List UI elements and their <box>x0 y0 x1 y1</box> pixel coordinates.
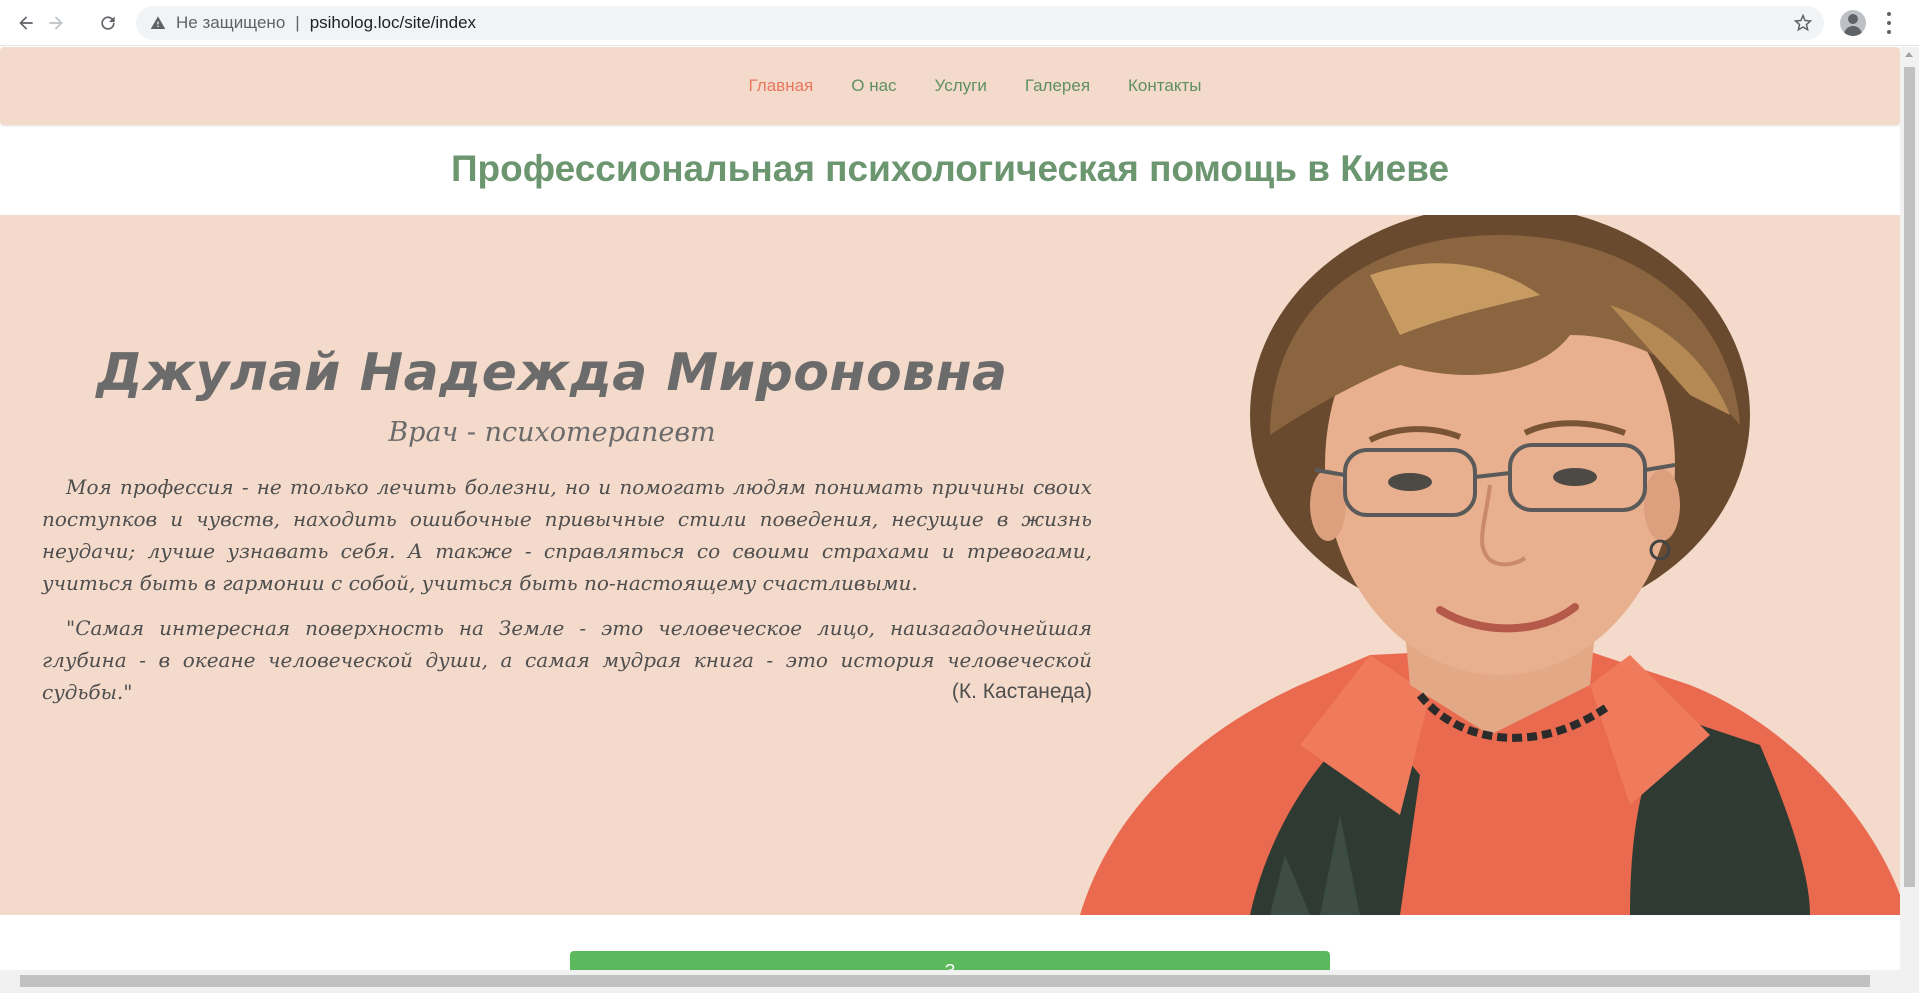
appointment-button[interactable]: З <box>570 951 1330 970</box>
doctor-role: Врач - психотерапевт <box>388 417 716 448</box>
nav-item-home[interactable]: Главная <box>749 76 814 96</box>
url-separator: | <box>295 13 300 32</box>
address-bar[interactable]: Не защищено | psiholog.loc/site/index <box>136 6 1824 40</box>
scroll-up-arrow-icon[interactable] <box>1905 52 1913 57</box>
doctor-name: Джулай Надежда Мироновна <box>96 343 1008 403</box>
nav-item-contacts[interactable]: Контакты <box>1128 76 1201 96</box>
page-viewport: Главная О нас Услуги Галерея Контакты Пр… <box>0 47 1900 970</box>
page-title: Профессиональная психологическая помощь … <box>450 148 1450 189</box>
url-text: psiholog.loc/site/index <box>309 13 477 32</box>
site-navbar: Главная О нас Услуги Галерея Контакты <box>0 47 1900 125</box>
security-label: Не защищено <box>176 13 286 32</box>
about-paragraph: Моя профессия - не только лечить болезни… <box>42 475 1092 595</box>
vertical-scrollbar[interactable] <box>1900 47 1919 970</box>
star-icon[interactable] <box>1793 13 1813 32</box>
reload-icon[interactable] <box>94 9 122 37</box>
horizontal-scrollbar[interactable] <box>0 970 1919 993</box>
warning-icon <box>150 15 166 31</box>
menu-dots-icon[interactable] <box>1886 12 1892 34</box>
quote-author: (К. Кастанеда) <box>951 680 1092 703</box>
browser-toolbar: Не защищено | psiholog.loc/site/index <box>0 0 1919 46</box>
nav-item-services[interactable]: Услуги <box>935 76 987 96</box>
doctor-portrait <box>1080 215 1900 915</box>
back-arrow-icon[interactable] <box>12 9 40 37</box>
nav-item-gallery[interactable]: Галерея <box>1025 76 1090 96</box>
horizontal-scroll-thumb[interactable] <box>20 975 1870 987</box>
forward-arrow-icon[interactable] <box>42 9 70 37</box>
vertical-scroll-thumb[interactable] <box>1904 67 1915 887</box>
profile-icon[interactable] <box>1840 10 1866 36</box>
hero-section: Джулай Надежда Мироновна Врач - психотер… <box>0 215 1900 915</box>
nav-item-about[interactable]: О нас <box>851 76 896 96</box>
